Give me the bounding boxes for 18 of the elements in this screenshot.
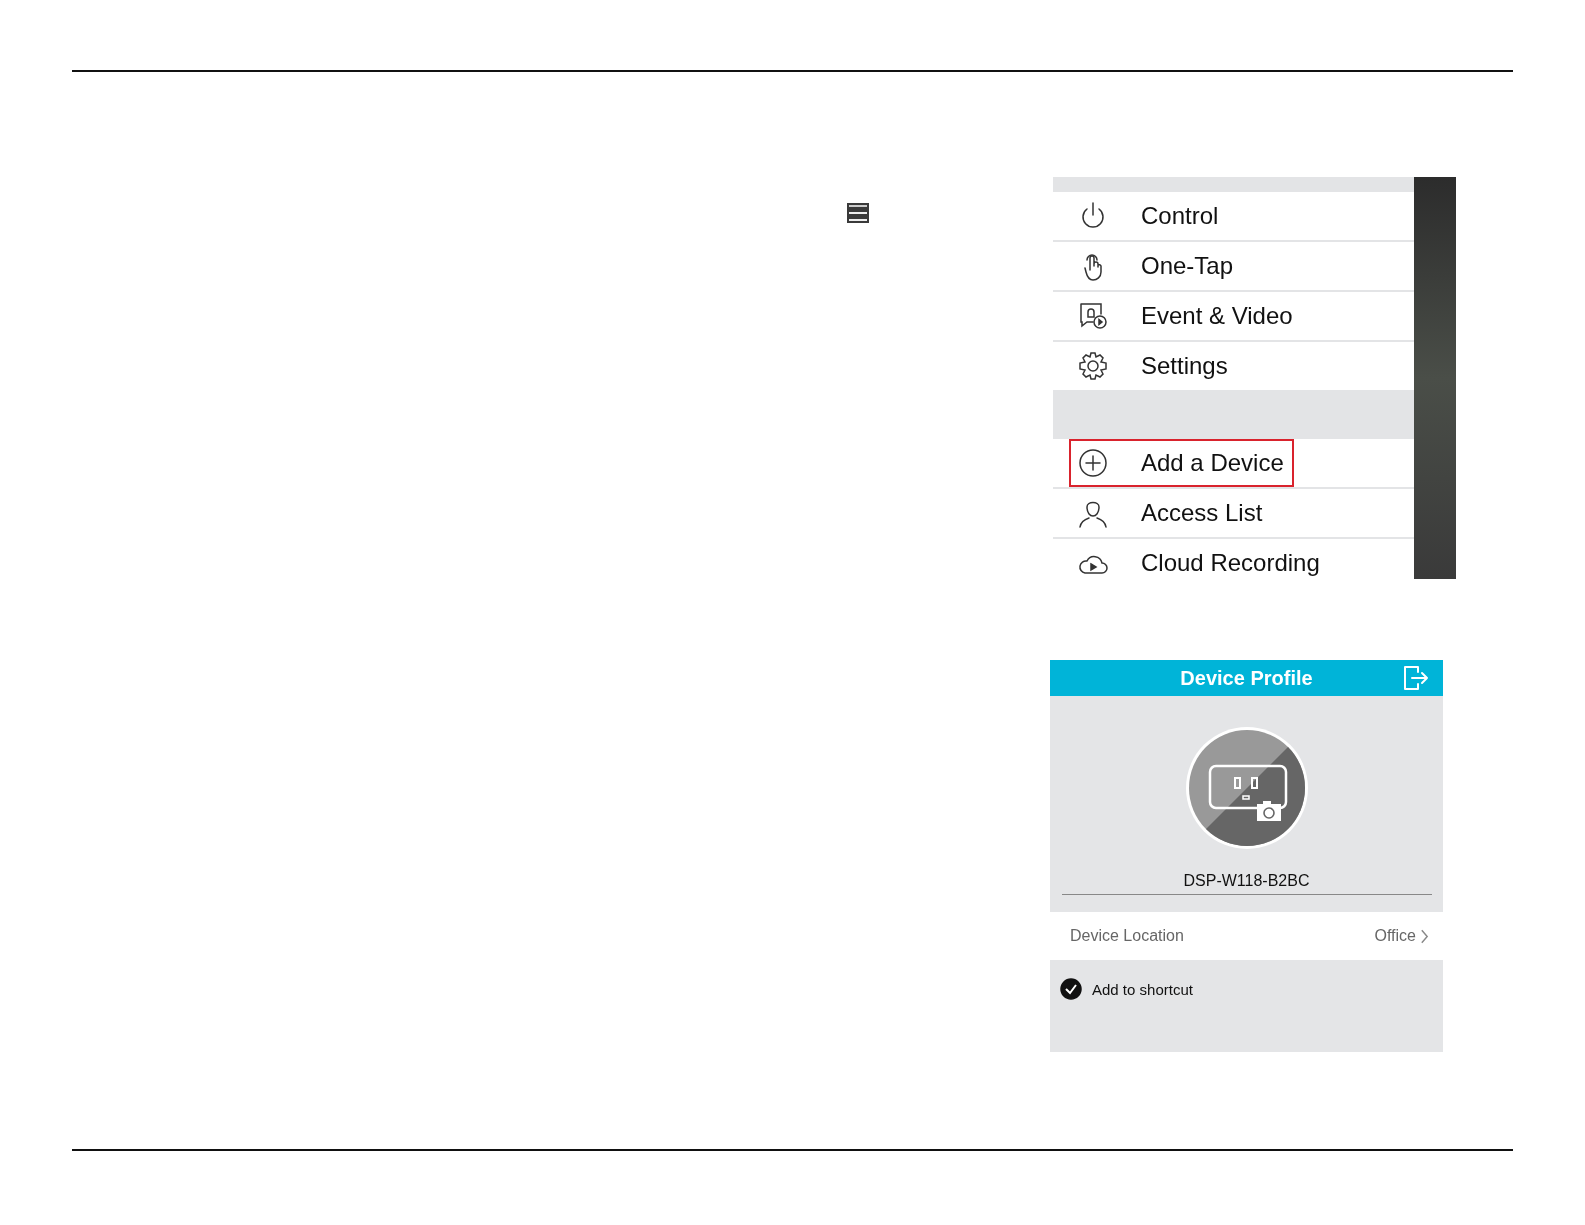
chevron-right-icon [1420,928,1429,944]
menu-item[interactable]: Cloud Recording [1069,545,1330,579]
menu-item[interactable]: Settings [1069,341,1238,390]
plug-camera-avatar[interactable] [1184,726,1309,850]
plus-circle-icon [1077,447,1109,479]
menu-item[interactable]: Access List [1069,489,1273,537]
menu-item[interactable]: Event & Video [1069,291,1303,340]
location-value: Office [1374,927,1416,945]
gear-icon [1077,349,1109,382]
checkbox[interactable] [1060,978,1082,1000]
menu-item[interactable]: One-Tap [1069,241,1244,290]
screen-title: Device Profile [1180,666,1313,690]
menu-item[interactable]: Add a Device [1069,439,1294,487]
location-label: Device Location [1070,927,1185,945]
menu-item[interactable]: Control [1069,191,1229,240]
shortcut-label: Add to shortcut [1092,980,1193,998]
menu-icon [847,203,869,223]
device-name: DSP-W118-B2BC [1183,872,1310,890]
